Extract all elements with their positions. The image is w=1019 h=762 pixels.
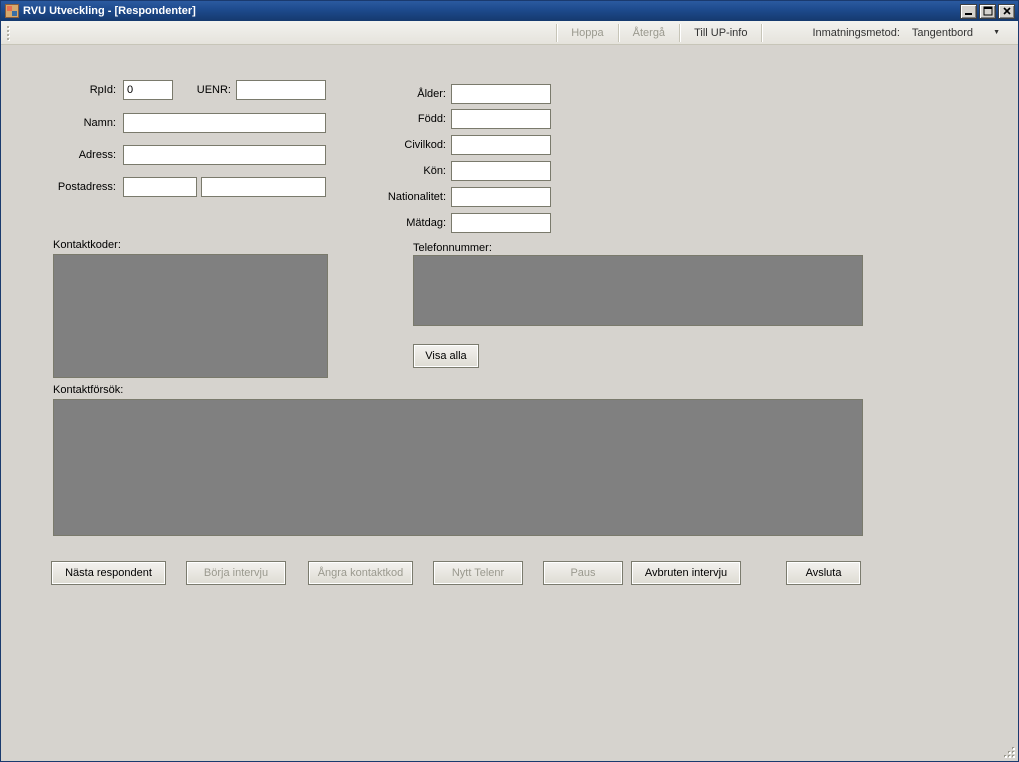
matdag-input[interactable] — [451, 213, 551, 233]
civilkod-label: Civilkod: — [381, 139, 446, 151]
aterga-button: Återgå — [623, 24, 675, 42]
kon-label: Kön: — [381, 165, 446, 177]
chevron-down-icon: ▼ — [993, 29, 1000, 36]
avbruten-intervju-button[interactable]: Avbruten intervju — [631, 561, 741, 585]
toolbar-separator — [679, 24, 680, 42]
nationalitet-label: Nationalitet: — [381, 191, 446, 203]
till-up-info-button[interactable]: Till UP-info — [684, 24, 757, 42]
kontaktforsok-label: Kontaktförsök: — [53, 384, 123, 396]
adress-input[interactable] — [123, 145, 326, 165]
borja-intervju-button: Börja intervju — [186, 561, 286, 585]
fodd-input[interactable] — [451, 109, 551, 129]
toolbar-separator — [618, 24, 619, 42]
rpid-label: RpId: — [56, 84, 116, 96]
civilkod-input[interactable] — [451, 135, 551, 155]
workarea: RpId: UENR: Namn: Adress: Postadress: Ål… — [1, 45, 1018, 761]
toolbar-separator — [556, 24, 557, 42]
nationalitet-input[interactable] — [451, 187, 551, 207]
toolbar: Hoppa Återgå Till UP-info Inmatningsmeto… — [1, 21, 1018, 45]
rpid-input[interactable] — [123, 80, 173, 100]
app-icon — [5, 4, 19, 18]
namn-label: Namn: — [56, 117, 116, 129]
avsluta-button[interactable]: Avsluta — [786, 561, 861, 585]
close-button[interactable] — [998, 4, 1015, 19]
paus-button: Paus — [543, 561, 623, 585]
nytt-telenr-button: Nytt Telenr — [433, 561, 523, 585]
minimize-button[interactable] — [960, 4, 977, 19]
angra-kontaktkod-button: Ångra kontaktkod — [308, 561, 413, 585]
kontaktkoder-label: Kontaktkoder: — [53, 239, 121, 251]
toolbar-separator — [761, 24, 762, 42]
hoppa-button: Hoppa — [561, 24, 613, 42]
matdag-label: Mätdag: — [381, 217, 446, 229]
fodd-label: Född: — [381, 113, 446, 125]
nasta-respondent-button[interactable]: Nästa respondent — [51, 561, 166, 585]
telefonnummer-box[interactable] — [413, 255, 863, 326]
uenr-label: UENR: — [181, 84, 231, 96]
app-window: RVU Utveckling - [Respondenter] Hoppa Åt… — [0, 0, 1019, 762]
titlebar: RVU Utveckling - [Respondenter] — [1, 1, 1018, 21]
postadress2-input[interactable] — [201, 177, 326, 197]
adress-label: Adress: — [56, 149, 116, 161]
toolbar-grip[interactable] — [7, 24, 13, 42]
uenr-input[interactable] — [236, 80, 326, 100]
inmatning-dropdown[interactable]: Tangentbord ▼ — [906, 25, 1006, 41]
kontaktkoder-box[interactable] — [53, 254, 328, 378]
inmatning-value: Tangentbord — [912, 27, 973, 39]
window-title: RVU Utveckling - [Respondenter] — [23, 5, 960, 17]
postadress1-input[interactable] — [123, 177, 197, 197]
alder-input[interactable] — [451, 84, 551, 104]
kon-input[interactable] — [451, 161, 551, 181]
inmatning-label: Inmatningsmetod: — [806, 24, 905, 42]
telefonnummer-label: Telefonnummer: — [413, 242, 492, 254]
visa-alla-button[interactable]: Visa alla — [413, 344, 479, 368]
postadress-label: Postadress: — [46, 181, 116, 193]
kontaktforsok-box[interactable] — [53, 399, 863, 536]
namn-input[interactable] — [123, 113, 326, 133]
resize-grip[interactable] — [1002, 745, 1016, 759]
maximize-button[interactable] — [979, 4, 996, 19]
alder-label: Ålder: — [381, 88, 446, 100]
